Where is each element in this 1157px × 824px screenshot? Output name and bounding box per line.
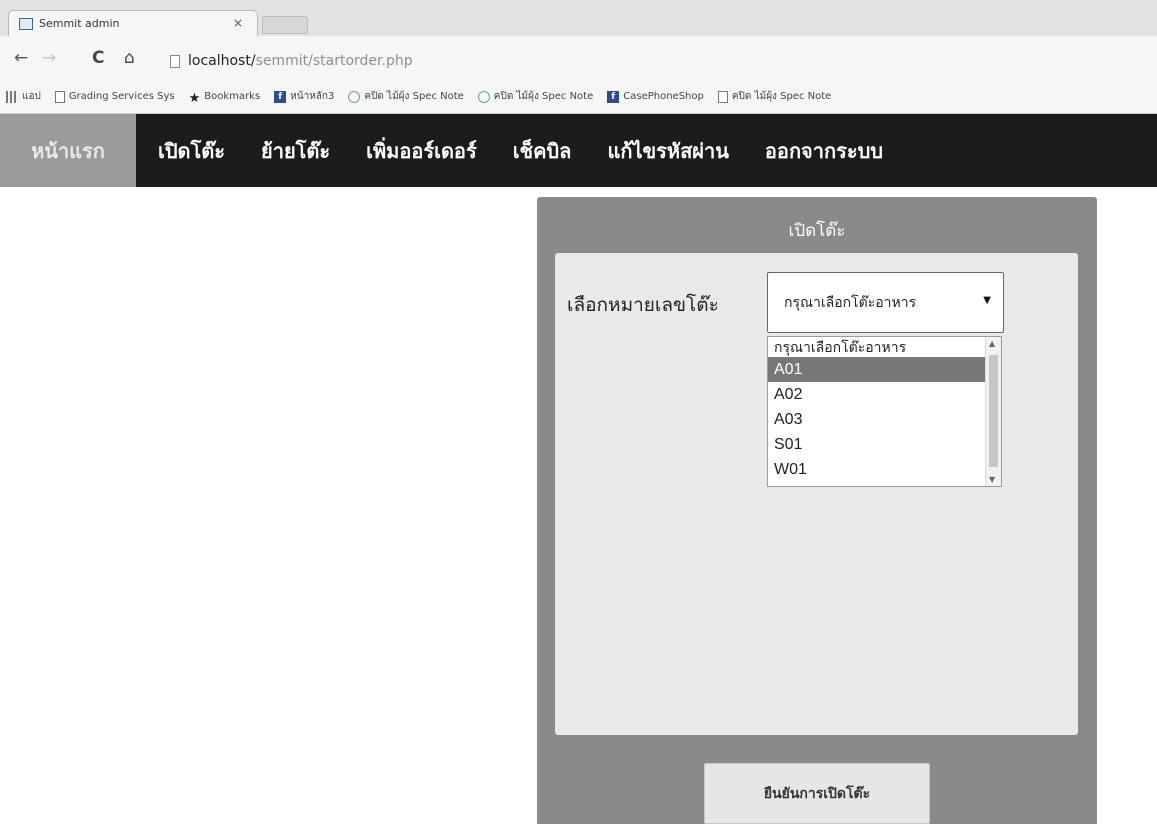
scroll-up-icon[interactable]: ▲ bbox=[989, 339, 995, 348]
bookmark-label: CasePhoneShop bbox=[623, 91, 704, 102]
address-bar[interactable]: localhost/ semmit/startorder.php bbox=[170, 53, 413, 69]
table-select-dropdown: กรุณาเลือกโต๊ะอาหาร A01 A02 A03 S01 W01 … bbox=[767, 336, 1002, 487]
bookmark-label: คปิด ไม้ผุ้ง Spec Note bbox=[493, 91, 594, 102]
nav-move-table[interactable]: ย้ายโต๊ะ bbox=[243, 114, 348, 187]
scroll-thumb[interactable] bbox=[989, 355, 998, 467]
dropdown-option[interactable]: กรุณาเลือกโต๊ะอาหาร bbox=[768, 337, 986, 357]
page-icon bbox=[170, 54, 180, 68]
page-icon bbox=[717, 90, 728, 103]
nav-check-bill[interactable]: เช็คบิล bbox=[495, 114, 590, 187]
bookmark-label: คปิด ไม้ผุ้ง Spec Note bbox=[731, 91, 832, 102]
dropdown-option[interactable]: A02 bbox=[768, 382, 986, 407]
bookmark-label: คปิด ไม้ผุ้ง Spec Note bbox=[364, 91, 464, 102]
apps-icon bbox=[6, 90, 18, 103]
address-path: semmit/startorder.php bbox=[255, 53, 413, 69]
site-favicon-icon bbox=[19, 17, 33, 30]
nav-add-order[interactable]: เพิ่มออร์เดอร์ bbox=[348, 114, 495, 187]
scroll-down-icon[interactable]: ▼ bbox=[989, 475, 995, 484]
panel-title: เปิดโต๊ะ bbox=[788, 221, 846, 241]
browser-tabstrip: Semmit admin × bbox=[0, 0, 1157, 36]
bookmark-spec-note-2[interactable]: คปิด ไม้ผุ้ง Spec Note bbox=[477, 89, 594, 104]
browser-tab[interactable]: Semmit admin × bbox=[8, 10, 258, 36]
bookmark-spec-note-3[interactable]: คปิด ไม้ผุ้ง Spec Note bbox=[717, 89, 832, 104]
dropdown-option[interactable]: W01 bbox=[768, 457, 986, 482]
nav-open-table[interactable]: เปิดโต๊ะ bbox=[136, 114, 243, 187]
confirm-open-table-button[interactable]: ยืนยันการเปิดโต๊ะ bbox=[704, 763, 930, 824]
globe-icon bbox=[348, 90, 361, 103]
page-icon bbox=[54, 90, 65, 103]
bookmark-label: Grading Services Sys bbox=[68, 91, 175, 102]
bookmark-apps[interactable]: แอป bbox=[6, 89, 41, 104]
dropdown-option[interactable]: S01 bbox=[768, 432, 986, 457]
open-table-panel: เปิดโต๊ะ เลือกหมายเลขโต๊ะ กรุณาเลือกโต๊ะ… bbox=[537, 197, 1097, 824]
bookmarks-bar: แอป Grading Services Sys ★ Bookmarks f ห… bbox=[0, 80, 1157, 114]
bookmark-grading[interactable]: Grading Services Sys bbox=[54, 90, 175, 103]
bookmark-label: Bookmarks bbox=[204, 91, 261, 102]
table-select[interactable]: กรุณาเลือกโต๊ะอาหาร ▼ bbox=[767, 272, 1004, 333]
chevron-down-icon: ▼ bbox=[983, 295, 991, 306]
table-number-label: เลือกหมายเลขโต๊ะ bbox=[567, 294, 719, 316]
facebook-icon: f bbox=[274, 90, 287, 103]
main-nav: หน้าแรก เปิดโต๊ะ ย้ายโต๊ะ เพิ่มออร์เดอร์… bbox=[0, 114, 1157, 187]
bookmark-bookmarks[interactable]: ★ Bookmarks bbox=[188, 90, 261, 106]
forward-arrow-icon[interactable]: → bbox=[42, 48, 56, 68]
bookmark-casephoneshop[interactable]: f CasePhoneShop bbox=[607, 90, 704, 103]
star-icon: ★ bbox=[188, 90, 201, 106]
bookmark-spec-note-1[interactable]: คปิด ไม้ผุ้ง Spec Note bbox=[348, 89, 464, 104]
facebook-icon: f bbox=[607, 90, 620, 103]
new-tab-button[interactable] bbox=[262, 16, 308, 34]
dropdown-option-highlighted[interactable]: A01 bbox=[768, 357, 986, 382]
address-host: localhost/ bbox=[188, 53, 256, 69]
tab-close-icon[interactable]: × bbox=[233, 16, 243, 30]
nav-home[interactable]: หน้าแรก bbox=[0, 114, 136, 187]
tab-title: Semmit admin bbox=[39, 17, 120, 30]
table-select-value: กรุณาเลือกโต๊ะอาหาร bbox=[784, 294, 917, 311]
dropdown-scrollbar[interactable]: ▲ ▼ bbox=[985, 337, 1001, 486]
reload-icon[interactable]: C bbox=[92, 48, 104, 68]
home-icon[interactable]: ⌂ bbox=[124, 48, 135, 68]
bookmark-facebook-home[interactable]: f หน้าหลัก3 bbox=[274, 89, 334, 104]
dropdown-option[interactable]: A03 bbox=[768, 407, 986, 432]
nav-change-password[interactable]: แก้ไขรหัสผ่าน bbox=[589, 114, 746, 187]
bookmark-label: หน้าหลัก3 bbox=[290, 91, 335, 102]
bookmark-label: แอป bbox=[22, 91, 41, 102]
globe-icon bbox=[477, 90, 490, 103]
nav-logout[interactable]: ออกจากระบบ bbox=[747, 114, 901, 187]
back-arrow-icon[interactable]: ← bbox=[14, 48, 28, 68]
